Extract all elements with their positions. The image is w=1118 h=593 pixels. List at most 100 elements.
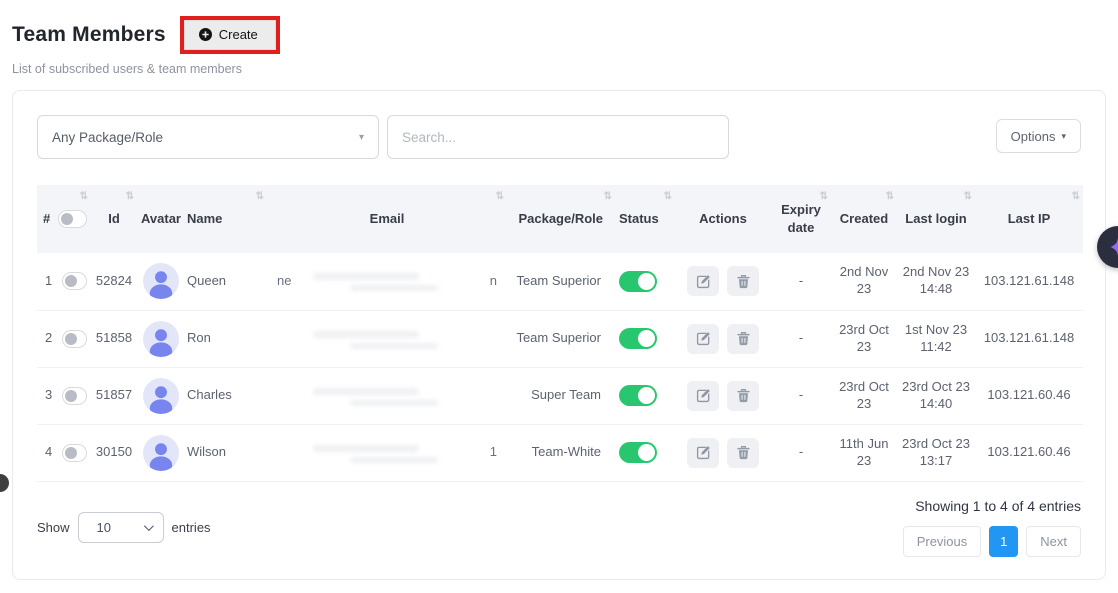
redacted-email: ne n (271, 261, 503, 301)
actions-cell (675, 367, 771, 424)
delete-button[interactable] (727, 324, 759, 354)
current-page-button[interactable]: 1 (989, 526, 1018, 557)
status-cell (615, 367, 675, 424)
create-button[interactable]: Create (184, 20, 276, 50)
table-footer: Show 10 entries Showing 1 to 4 of 4 entr… (37, 498, 1081, 557)
redacted-email (271, 376, 503, 416)
sort-icon[interactable] (886, 192, 894, 202)
status-toggle[interactable] (619, 271, 657, 292)
column-label: Last IP (1008, 211, 1051, 226)
sort-icon[interactable] (80, 192, 88, 202)
column-header-num: # (37, 185, 91, 253)
sort-icon[interactable] (604, 192, 612, 202)
column-label: Email (370, 211, 405, 226)
id-cell: 52824 (91, 253, 137, 310)
create-annotation-box: Create (180, 16, 280, 54)
redaction-smudge (350, 457, 438, 463)
edit-button[interactable] (687, 381, 719, 411)
row-select-toggle[interactable] (62, 330, 87, 348)
select-all-toggle[interactable] (58, 210, 87, 228)
row-select-toggle[interactable] (62, 444, 87, 462)
last-ip-cell: 103.121.60.46 (975, 367, 1083, 424)
edit-icon (696, 331, 711, 346)
email-fragment: ne (277, 273, 291, 290)
last-ip-cell: 103.121.61.148 (975, 310, 1083, 367)
row-number-cell: 3 (37, 367, 91, 424)
sort-icon[interactable] (664, 192, 672, 202)
row-select-toggle[interactable] (62, 272, 87, 290)
members-card: Any Package/Role ▾ Options ▾ # (12, 90, 1106, 580)
id-cell: 51858 (91, 310, 137, 367)
expiry-cell: - (771, 253, 831, 310)
column-header-email: Email (267, 185, 507, 253)
column-label: Expiry date (781, 202, 821, 235)
expiry-cell: - (771, 310, 831, 367)
expiry-cell: - (771, 424, 831, 481)
column-label: Actions (699, 211, 747, 226)
row-select-toggle[interactable] (62, 387, 87, 405)
last-ip-cell: 103.121.61.148 (975, 253, 1083, 310)
status-toggle[interactable] (619, 385, 657, 406)
edit-button[interactable] (687, 324, 719, 354)
avatar-cell (137, 310, 183, 367)
avatar (143, 321, 179, 357)
name-cell: Queen (183, 253, 267, 310)
table-row: 2 51858 Ron Team Superior (37, 310, 1083, 367)
pagination: Previous 1 Next (903, 526, 1081, 557)
avatar (143, 378, 179, 414)
sort-icon[interactable] (964, 192, 972, 202)
sort-icon[interactable] (126, 192, 134, 202)
next-page-button[interactable]: Next (1026, 526, 1081, 557)
package-role-select[interactable]: Any Package/Role ▾ (37, 115, 379, 159)
delete-button[interactable] (727, 381, 759, 411)
name-cell: Ron (183, 310, 267, 367)
actions-cell (675, 310, 771, 367)
sort-icon[interactable] (1072, 192, 1080, 202)
status-toggle[interactable] (619, 442, 657, 463)
column-header-actions: Actions (675, 185, 771, 253)
package-cell: Team Superior (507, 253, 615, 310)
delete-button[interactable] (727, 266, 759, 296)
last-ip-cell: 103.121.60.46 (975, 424, 1083, 481)
edge-dot (0, 474, 9, 492)
trash-icon (736, 388, 751, 403)
filters-bar: Any Package/Role ▾ Options ▾ (37, 115, 1081, 159)
sparkle-icon (1107, 236, 1118, 258)
options-button[interactable]: Options ▾ (996, 119, 1081, 153)
column-label: Id (108, 211, 120, 226)
trash-icon (736, 445, 751, 460)
page-subtitle: List of subscribed users & team members (0, 54, 1118, 76)
edit-button[interactable] (687, 266, 719, 296)
showing-entries-text: Showing 1 to 4 of 4 entries (915, 498, 1081, 514)
search-input[interactable] (387, 115, 729, 159)
last-login-cell: 2nd Nov 23 14:48 (897, 253, 975, 310)
table-row: 1 52824 Queen ne n Team Superior (37, 253, 1083, 310)
package-cell: Team-White (507, 424, 615, 481)
edit-icon (696, 388, 711, 403)
edit-icon (696, 274, 711, 289)
edit-button[interactable] (687, 438, 719, 468)
email-cell (267, 367, 507, 424)
previous-page-button[interactable]: Previous (903, 526, 982, 557)
table-row: 4 30150 Wilson 1 Team-White (37, 424, 1083, 481)
page-size-select[interactable]: 10 (78, 512, 164, 543)
status-cell (615, 424, 675, 481)
column-header-last-login: Last login (897, 185, 975, 253)
sort-icon[interactable] (820, 192, 828, 202)
delete-button[interactable] (727, 438, 759, 468)
created-cell: 11th Jun 23 (831, 424, 897, 481)
column-label: # (43, 210, 50, 228)
row-number: 1 (45, 273, 52, 290)
name-cell: Wilson (183, 424, 267, 481)
redaction-smudge (350, 400, 438, 406)
status-toggle[interactable] (619, 328, 657, 349)
column-label: Avatar (141, 211, 181, 226)
redaction-smudge (313, 445, 420, 452)
row-number-cell: 1 (37, 253, 91, 310)
edit-icon (696, 445, 711, 460)
name-cell: Charles (183, 367, 267, 424)
sort-icon[interactable] (496, 192, 504, 202)
sort-icon[interactable] (256, 192, 264, 202)
plus-circle-icon (199, 28, 212, 41)
redacted-email: 1 (271, 433, 503, 473)
